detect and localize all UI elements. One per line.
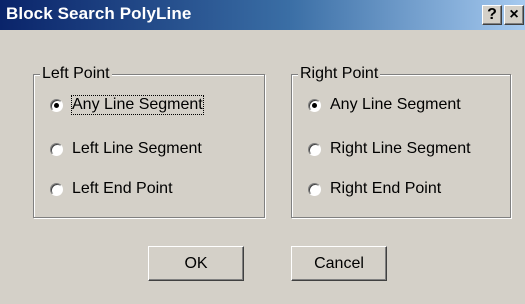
help-button[interactable]: ? <box>482 5 502 25</box>
right-line-segment-radio[interactable]: Right Line Segment <box>308 139 471 159</box>
radio-label: Left Line Segment <box>72 140 202 157</box>
radio-button-icon[interactable] <box>50 98 63 112</box>
left-point-group-label: Left Point <box>40 65 112 83</box>
radio-button-icon[interactable] <box>308 142 321 156</box>
left-line-segment-radio[interactable]: Left Line Segment <box>50 139 202 159</box>
radio-button-icon[interactable] <box>50 142 63 156</box>
close-button[interactable]: × <box>504 5 524 25</box>
ok-button[interactable]: OK <box>148 246 244 281</box>
radio-label: Any Line Segment <box>330 96 461 113</box>
radio-button-icon[interactable] <box>308 98 321 112</box>
right-any-line-segment-radio[interactable]: Any Line Segment <box>308 95 461 115</box>
radio-button-icon[interactable] <box>308 182 321 196</box>
dialog-title: Block Search PolyLine <box>6 4 192 23</box>
title-bar[interactable]: Block Search PolyLine ? × <box>0 0 525 30</box>
cancel-button[interactable]: Cancel <box>291 246 387 281</box>
right-end-point-radio[interactable]: Right End Point <box>308 179 441 199</box>
dialog-window: Block Search PolyLine ? × Left Point Any… <box>0 0 525 304</box>
right-point-group-label: Right Point <box>298 65 381 83</box>
radio-label: Any Line Segment <box>71 95 204 115</box>
left-point-group: Left Point Any Line Segment Left Line Se… <box>33 65 265 218</box>
left-end-point-radio[interactable]: Left End Point <box>50 179 173 199</box>
right-point-group: Right Point Any Line Segment Right Line … <box>291 65 511 218</box>
left-any-line-segment-radio[interactable]: Any Line Segment <box>50 95 204 115</box>
radio-label: Left End Point <box>72 180 173 197</box>
radio-label: Right End Point <box>330 180 442 197</box>
radio-label: Right Line Segment <box>330 140 471 157</box>
radio-button-icon[interactable] <box>50 182 63 196</box>
